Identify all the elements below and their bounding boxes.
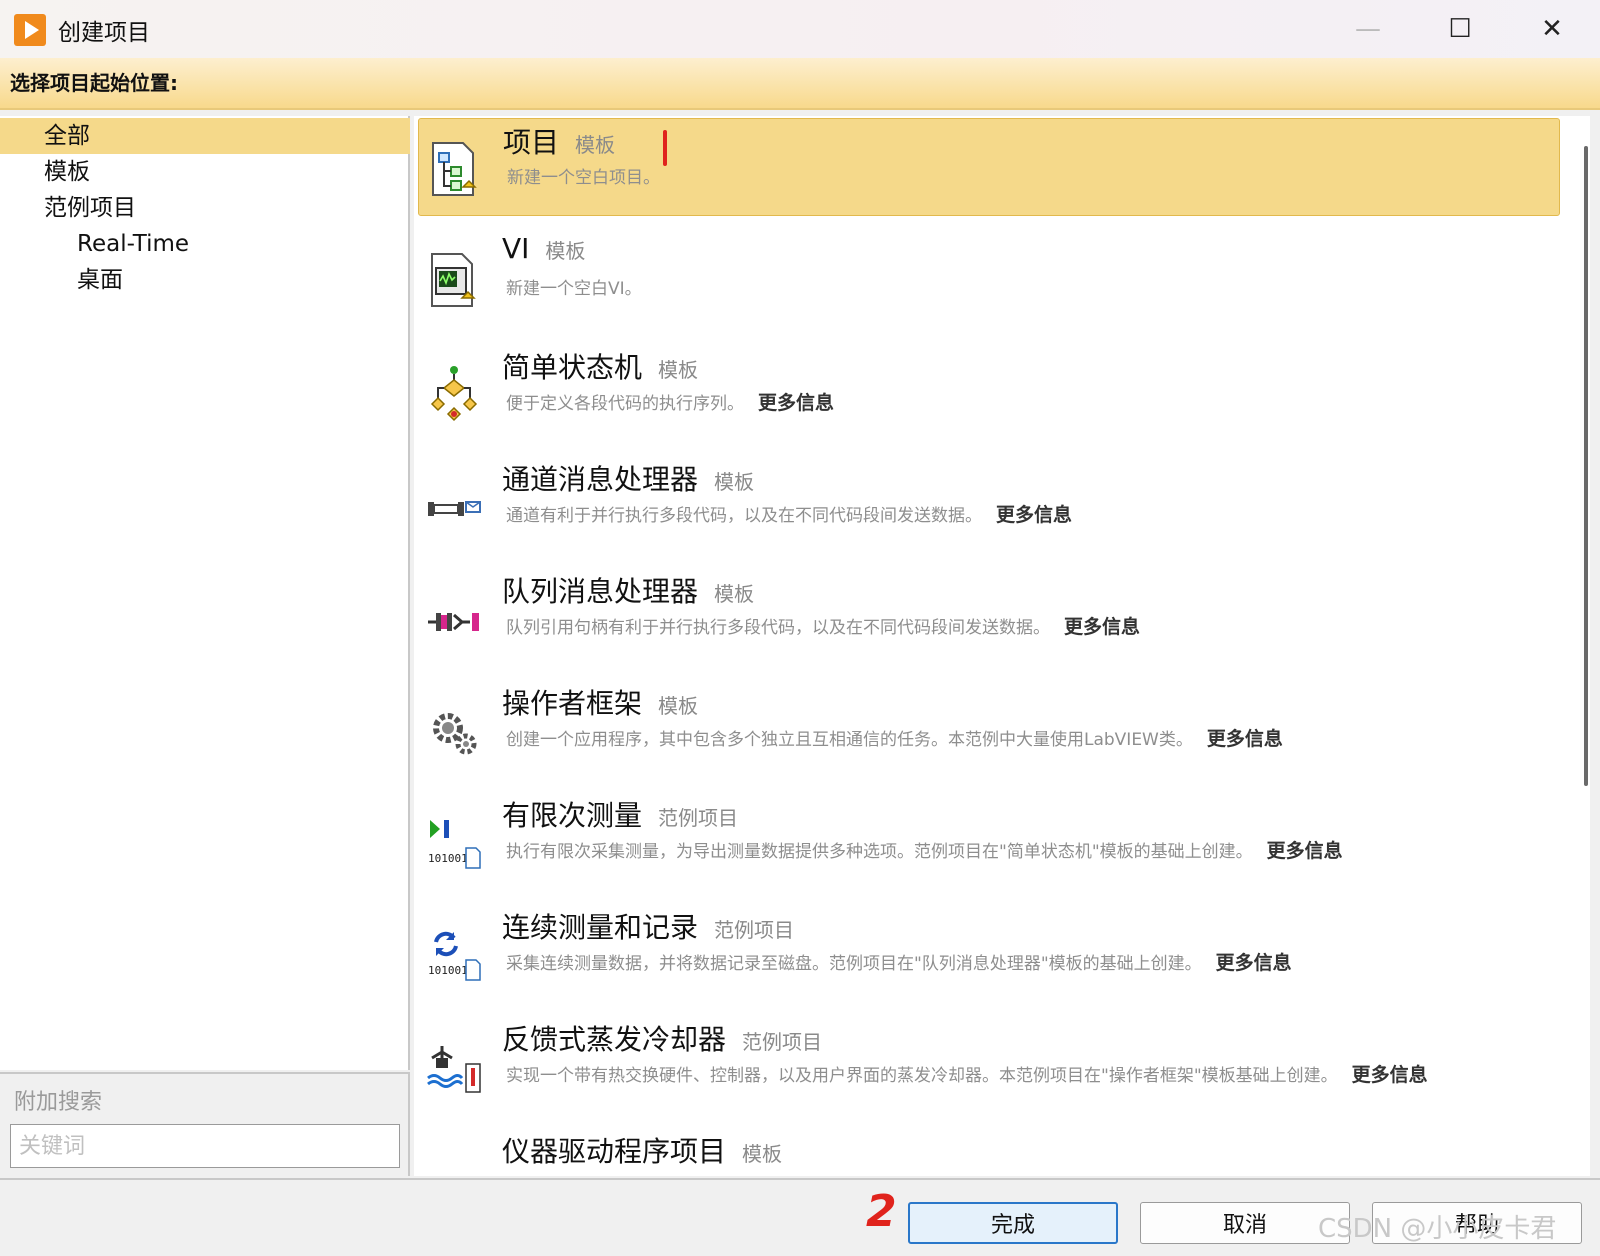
item-type: 模板 — [714, 582, 755, 606]
finish-button[interactable]: 完成 — [908, 1202, 1118, 1244]
list-item-simple-state-machine[interactable]: 简单状态机 模板 便于定义各段代码的执行序列。 更多信息 — [418, 344, 1560, 442]
search-label: 附加搜索 — [14, 1090, 103, 1115]
prompt-bar: 选择项目起始位置: — [0, 58, 1600, 110]
queue-icon — [428, 613, 479, 631]
item-description: 创建一个应用程序，其中包含多个独立且互相通信的任务。本范例中大量使用LabVIE… — [506, 728, 1283, 750]
item-title: 有限次测量 范例项目 — [502, 799, 739, 832]
annotation-mark-2: 2 — [866, 1186, 897, 1237]
keyword-input[interactable] — [10, 1124, 400, 1168]
window-title: 创建项目 — [58, 20, 150, 46]
more-info-link[interactable]: 更多信息 — [758, 392, 834, 414]
item-type: 模板 — [575, 133, 616, 157]
item-type: 范例项目 — [658, 806, 739, 830]
list-scrollbar[interactable] — [1584, 146, 1588, 786]
project-icon — [432, 142, 477, 196]
item-description: 实现一个带有热交换硬件、控制器，以及用户界面的蒸发冷却器。本范例项目在"操作者框… — [506, 1064, 1428, 1086]
item-title: 通道消息处理器 模板 — [502, 463, 755, 496]
vi-icon — [431, 253, 476, 307]
finite-measure-icon: 1010010 — [428, 820, 481, 869]
more-info-link[interactable]: 更多信息 — [1267, 840, 1343, 862]
item-title: 连续测量和记录 范例项目 — [502, 911, 795, 944]
maximize-button[interactable]: ☐ — [1414, 0, 1506, 58]
item-type: 模板 — [742, 1142, 783, 1166]
template-list: 项目 模板 新建一个空白项目。 VI 模板 新建一个空白VI。 简单状态机 模板… — [414, 116, 1590, 1176]
item-type: 模板 — [545, 239, 586, 263]
more-info-link[interactable]: 更多信息 — [1064, 616, 1140, 638]
more-info-link[interactable]: 更多信息 — [1216, 952, 1292, 974]
additional-search-area: 附加搜索 — [0, 1072, 410, 1176]
list-item-vi[interactable]: VI 模板 新建一个空白VI。 — [418, 230, 1560, 328]
category-tree: 全部 模板 范例项目 Real-Time 桌面 — [0, 116, 410, 1070]
list-item-evaporative-cooler[interactable]: 反馈式蒸发冷却器 范例项目 实现一个带有热交换硬件、控制器，以及用户界面的蒸发冷却… — [418, 1016, 1560, 1114]
tree-item-all[interactable]: 全部 — [0, 118, 410, 154]
item-type: 模板 — [714, 470, 755, 494]
item-description: 通道有利于并行执行多段代码，以及在不同代码段间发送数据。 更多信息 — [506, 504, 1073, 526]
tree-item-sample-projects[interactable]: 范例项目 — [44, 190, 136, 226]
list-item-finite-measurement[interactable]: 1010010 有限次测量 范例项目 执行有限次采集测量，为导出测量数据提供多种选… — [418, 792, 1560, 890]
tree-item-templates[interactable]: 模板 — [44, 154, 90, 190]
item-title: 操作者框架 模板 — [502, 687, 699, 720]
item-title: VI 模板 — [502, 232, 586, 265]
close-button[interactable]: ✕ — [1506, 0, 1598, 58]
prompt-label: 选择项目起始位置: — [10, 71, 178, 95]
csdn-watermark: CSDN @小小皮卡君 — [1318, 1214, 1557, 1244]
list-item-continuous-measurement-logging[interactable]: 1010010 连续测量和记录 范例项目 采集连续测量数据，并将数据记录至磁盘。范… — [418, 904, 1560, 1002]
item-title: 反馈式蒸发冷却器 范例项目 — [502, 1023, 823, 1056]
gears-icon — [433, 713, 477, 755]
item-description: 执行有限次采集测量，为导出测量数据提供多种选项。范例项目在"简单状态机"模板的基… — [506, 840, 1343, 862]
more-info-link[interactable]: 更多信息 — [996, 504, 1072, 526]
item-type: 模板 — [658, 694, 699, 718]
tree-item-desktop[interactable]: 桌面 — [77, 262, 123, 298]
item-description: 队列引用句柄有利于并行执行多段代码，以及在不同代码段间发送数据。 更多信息 — [506, 616, 1141, 638]
more-info-link[interactable]: 更多信息 — [1352, 1064, 1428, 1086]
item-description: 采集连续测量数据，并将数据记录至磁盘。范例项目在"队列消息处理器"模板的基础上创… — [506, 952, 1292, 974]
item-title: 仪器驱动程序项目 模板 — [502, 1135, 783, 1168]
minimize-button[interactable]: — — [1322, 0, 1414, 58]
title-bar: 创建项目 — ☐ ✕ — [0, 0, 1600, 58]
item-type: 模板 — [658, 358, 699, 382]
item-type: 范例项目 — [742, 1030, 823, 1054]
annotation-mark-1 — [663, 130, 667, 166]
channel-icon — [428, 501, 481, 516]
state-machine-icon — [430, 366, 478, 422]
list-item-queued-message-handler[interactable]: 队列消息处理器 模板 队列引用句柄有利于并行执行多段代码，以及在不同代码段间发送数… — [418, 568, 1560, 666]
list-item-channel-message-handler[interactable]: 通道消息处理器 模板 通道有利于并行执行多段代码，以及在不同代码段间发送数据。 更多… — [418, 456, 1560, 554]
list-item-actor-framework[interactable]: 操作者框架 模板 创建一个应用程序，其中包含多个独立且互相通信的任务。本范例中大量… — [418, 680, 1560, 778]
item-type: 范例项目 — [714, 918, 795, 942]
item-title: 简单状态机 模板 — [502, 351, 699, 384]
labview-app-icon — [14, 14, 46, 46]
tree-item-real-time[interactable]: Real-Time — [77, 226, 189, 262]
list-item-instrument-driver-project[interactable]: 仪器驱动程序项目 模板 — [418, 1128, 1560, 1176]
item-title: 项目 模板 — [503, 126, 616, 159]
create-project-dialog: 创建项目 — ☐ ✕ 选择项目起始位置: 全部 模板 范例项目 Real-Tim… — [0, 0, 1600, 1256]
item-description: 新建一个空白项目。 — [507, 168, 660, 188]
cooler-icon — [427, 1046, 481, 1093]
list-item-project[interactable]: 项目 模板 新建一个空白项目。 — [418, 118, 1560, 216]
continuous-measure-icon: 1010010 — [428, 931, 481, 981]
item-description: 便于定义各段代码的执行序列。 更多信息 — [506, 392, 835, 414]
more-info-link[interactable]: 更多信息 — [1207, 728, 1283, 750]
item-title: 队列消息处理器 模板 — [502, 575, 755, 608]
item-description: 新建一个空白VI。 — [506, 279, 642, 299]
